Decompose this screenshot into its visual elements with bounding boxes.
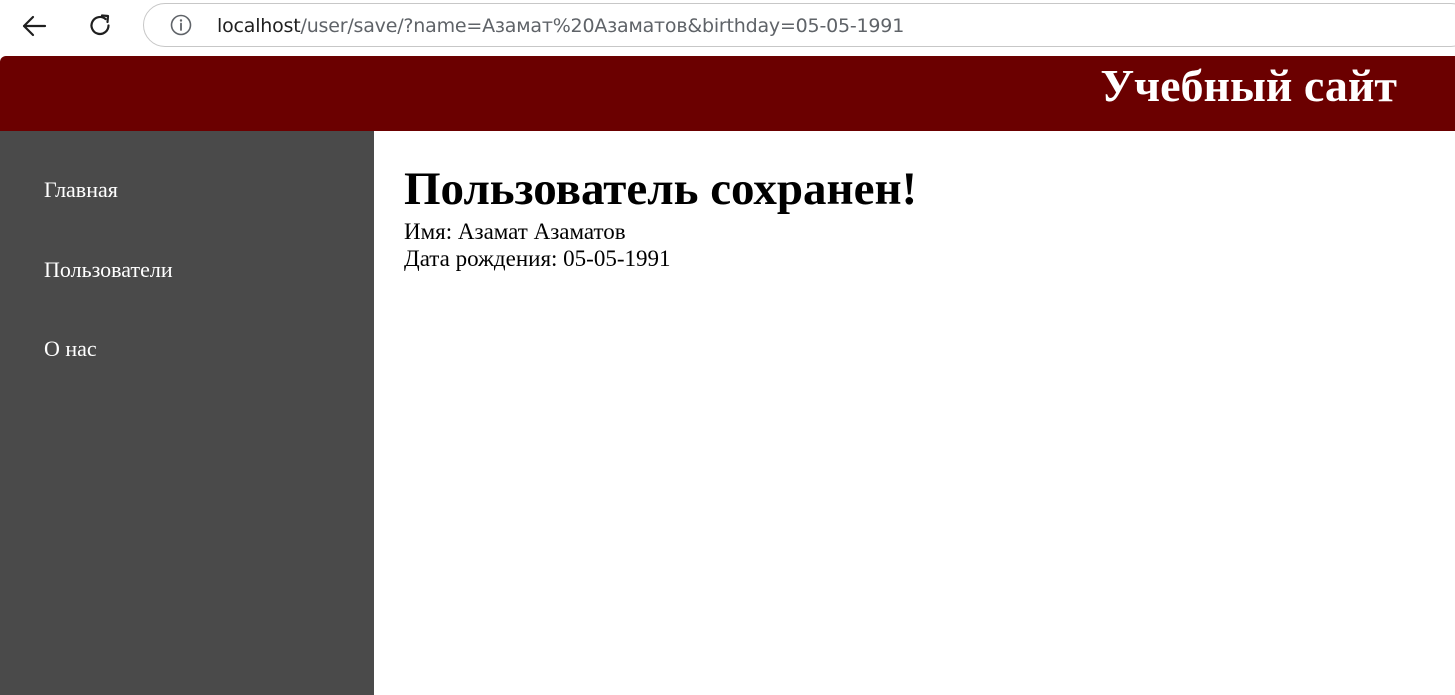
page-title: Пользователь сохранен! [404,163,918,215]
user-birthday-line: Дата рождения: 05-05-1991 [404,246,671,271]
browser-toolbar: localhost/user/save/?name=Азамат%20Азама… [0,0,1455,56]
url-host: localhost [217,15,301,37]
sidebar-item-users[interactable]: Пользователи [44,257,173,283]
address-bar[interactable]: localhost/user/save/?name=Азамат%20Азама… [143,3,1455,47]
info-icon[interactable] [170,14,192,36]
sidebar: Главная Пользователи О нас [0,131,374,695]
arrow-left-icon [22,15,47,37]
sidebar-item-about[interactable]: О нас [44,336,97,362]
url-text[interactable]: localhost/user/save/?name=Азамат%20Азама… [217,15,904,37]
reload-button[interactable] [80,8,120,44]
main-content: Пользователь сохранен! Имя: Азамат Азама… [404,160,917,272]
site-header: Учебный сайт [0,56,1455,131]
back-button[interactable] [14,8,54,44]
reload-icon [90,14,110,35]
url-path: /user/save/?name=Азамат%20Азаматов&birth… [300,15,905,37]
sidebar-item-home[interactable]: Главная [44,177,118,203]
site-title: Учебный сайт [1100,60,1397,111]
user-name-line: Имя: Азамат Азаматов [404,219,626,244]
